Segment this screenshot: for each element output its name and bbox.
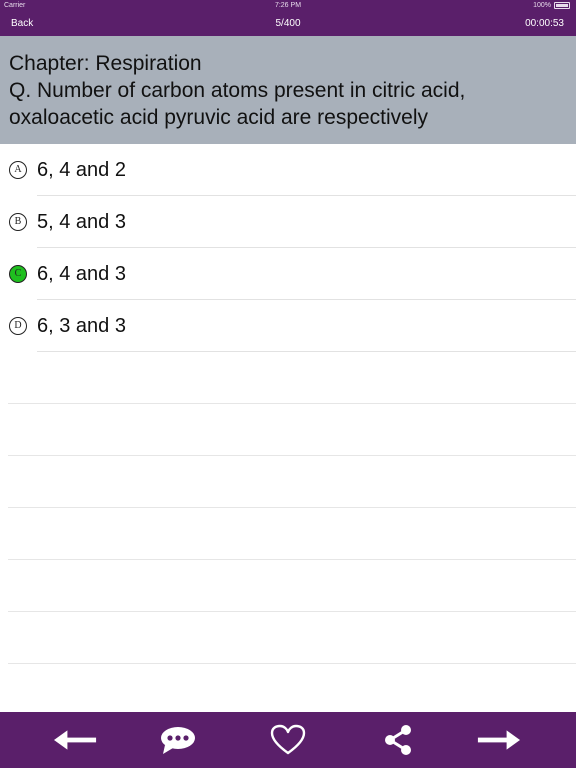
comment-button[interactable] (156, 720, 200, 760)
question-block: Chapter: Respiration Q. Number of carbon… (0, 36, 576, 144)
empty-row (0, 404, 576, 456)
status-time: 7:26 PM (274, 2, 302, 9)
option-b[interactable]: B 5, 4 and 3 (0, 196, 576, 248)
status-bar: Carrier 7:26 PM 100% (0, 0, 576, 11)
arrow-left-icon (54, 730, 97, 750)
share-button[interactable] (376, 720, 420, 760)
question-progress: 5/400 (275, 18, 301, 29)
battery-percent: 100% (533, 2, 551, 9)
heart-icon (270, 724, 306, 755)
option-a-letter: A (9, 161, 27, 179)
option-d-letter: D (9, 317, 27, 335)
option-c-text: 6, 4 and 3 (37, 263, 126, 285)
question-text: Q. Number of carbon atoms present in cit… (9, 79, 466, 129)
share-icon (385, 725, 411, 755)
battery-icon (554, 2, 570, 9)
option-c-letter: C (9, 265, 27, 283)
favorite-button[interactable] (266, 720, 310, 760)
bottom-toolbar (0, 712, 576, 768)
empty-row (0, 508, 576, 560)
option-a-text: 6, 4 and 2 (37, 159, 126, 181)
arrow-right-icon (477, 730, 520, 750)
previous-button[interactable] (54, 720, 98, 760)
nav-row: Back 5/400 00:00:53 (0, 14, 576, 34)
empty-list-rows (0, 352, 576, 664)
option-d[interactable]: D 6, 3 and 3 (0, 300, 576, 352)
option-c[interactable]: C 6, 4 and 3 (0, 248, 576, 300)
empty-row (0, 612, 576, 664)
quiz-timer: 00:00:53 (525, 18, 564, 29)
battery-indicator: 100% (533, 0, 570, 11)
empty-row (0, 560, 576, 612)
chapter-title: Chapter: Respiration (9, 52, 202, 75)
quiz-screen: Carrier 7:26 PM 100% Back 5/400 00:00:53… (0, 0, 576, 768)
answer-options: A 6, 4 and 2 B 5, 4 and 3 C 6, 4 and 3 D… (0, 144, 576, 352)
empty-row (0, 456, 576, 508)
option-b-letter: B (9, 213, 27, 231)
comment-icon (161, 727, 195, 754)
empty-row (0, 352, 576, 404)
option-d-text: 6, 3 and 3 (37, 315, 126, 337)
option-a[interactable]: A 6, 4 and 2 (0, 144, 576, 196)
top-bar: Carrier 7:26 PM 100% Back 5/400 00:00:53 (0, 0, 576, 36)
next-button[interactable] (476, 720, 520, 760)
option-b-text: 5, 4 and 3 (37, 211, 126, 233)
